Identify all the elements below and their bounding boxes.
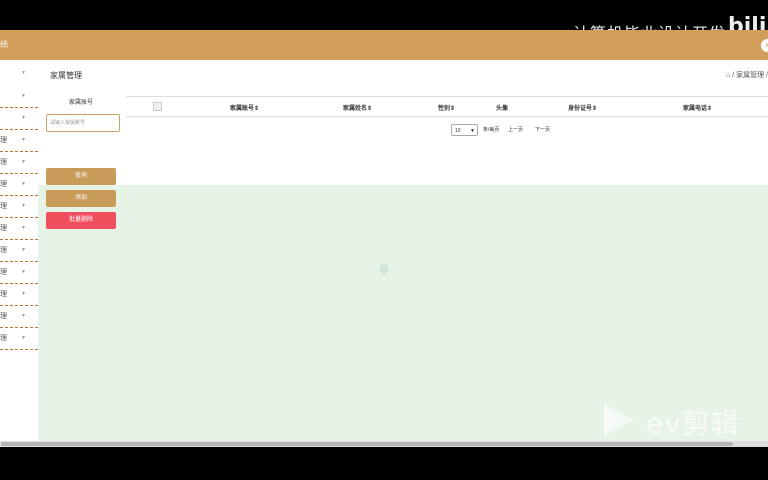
chevron-down-icon: ▼	[21, 70, 26, 76]
breadcrumb-bar: 家属管理 ⌂ / 家属管理 /	[38, 60, 768, 92]
column-family-account[interactable]: 家属账号⇕	[230, 103, 259, 112]
sidebar-item-label: 管理	[0, 313, 7, 320]
column-id-number[interactable]: 身份证号⇕	[568, 103, 597, 112]
sidebar-item[interactable]: 管理 ▼	[0, 306, 38, 328]
batch-delete-button[interactable]: 批量删除	[46, 212, 116, 229]
chevron-down-icon: ▼	[21, 115, 26, 121]
sidebar-item[interactable]: 管理 ▼	[0, 284, 38, 306]
chevron-down-icon: ▼	[21, 291, 26, 297]
sidebar-item-label: 管理	[0, 247, 7, 254]
chevron-down-icon: ▼	[21, 335, 26, 341]
chevron-down-icon: ▼	[21, 269, 26, 275]
per-page-label: 条/每页	[483, 127, 500, 133]
sidebar-item[interactable]: 管理 ▼	[0, 262, 38, 284]
chevron-down-icon: ▼	[21, 159, 26, 165]
chevron-down-icon: ▼	[21, 181, 26, 187]
loading-spinner	[379, 264, 389, 274]
chevron-down-icon: ▼	[21, 225, 26, 231]
chevron-down-icon: ▼	[21, 247, 26, 253]
family-account-label: 家属账号	[69, 100, 94, 106]
family-account-input[interactable]: 请输入家属账号	[46, 114, 120, 132]
header-bar: 统 ×	[0, 30, 768, 60]
main-content: 家属管理 ⌂ / 家属管理 / 家属账号 请输入家属账号 查询 添加 批量删除 …	[38, 60, 768, 447]
column-family-phone[interactable]: 家属电话⇕	[683, 103, 712, 112]
chevron-down-icon: ▼	[21, 93, 26, 99]
column-family-name[interactable]: 家属姓名⇕	[343, 103, 372, 112]
page-title: 家属管理	[50, 71, 82, 80]
sidebar-item-label: 管理	[0, 203, 7, 210]
system-title: 统	[0, 40, 8, 49]
column-gender[interactable]: 性别⇕	[438, 103, 455, 112]
prev-page-button[interactable]: 上一页	[508, 126, 523, 133]
close-icon[interactable]: ×	[761, 39, 768, 52]
sidebar-item[interactable]: 理▼	[0, 108, 38, 130]
table-header: 家属账号⇕ 家属姓名⇕ 性别⇕ 头像 身份证号⇕ 家属电话⇕	[126, 96, 768, 117]
sidebar-item[interactable]: 理▼	[0, 86, 38, 108]
sidebar-item-label: 管理	[0, 137, 7, 144]
sidebar-item[interactable]: 管理 ▼	[0, 218, 38, 240]
chevron-down-icon: ▼	[21, 137, 26, 143]
sidebar-item[interactable]: 管理 ▼	[0, 130, 38, 152]
play-icon	[604, 404, 634, 436]
select-all-checkbox[interactable]	[153, 102, 162, 111]
video-bottom-bar	[0, 447, 768, 480]
sidebar: 心▼ 理▼ 理▼ 管理 ▼ 管理 ▼ 管理 ▼ 管理 ▼ 管理 ▼ 管理 ▼ 管理 ▼ 管理 ▼…	[0, 60, 38, 447]
sidebar-item[interactable]: 管理 ▼	[0, 196, 38, 218]
data-table: 家属账号⇕ 家属姓名⇕ 性别⇕ 头像 身份证号⇕ 家属电话⇕ 10 ▼ 条/每页 …	[126, 91, 768, 185]
query-button[interactable]: 查询	[46, 168, 116, 185]
sidebar-item-label: 管理	[0, 181, 7, 188]
sidebar-item[interactable]: 管理 ▼	[0, 174, 38, 196]
chevron-down-icon: ▼	[470, 128, 475, 134]
sidebar-item-label: 管理	[0, 225, 7, 232]
search-panel: 家属账号 请输入家属账号 查询 添加 批量删除	[38, 91, 126, 229]
sidebar-item-label: 管理	[0, 291, 7, 298]
sidebar-item[interactable]: 管理 ▼	[0, 328, 38, 350]
ev-logo: ev剪辑	[600, 400, 765, 440]
page-size-value: 10	[455, 128, 461, 134]
sidebar-item-label: 管理	[0, 269, 7, 276]
sidebar-item[interactable]: 管理 ▼	[0, 240, 38, 262]
sidebar-item-label: 管理	[0, 159, 7, 166]
add-button[interactable]: 添加	[46, 190, 116, 207]
sidebar-item[interactable]: 管理 ▼	[0, 152, 38, 174]
chevron-down-icon: ▼	[21, 203, 26, 209]
breadcrumb[interactable]: ⌂ / 家属管理 /	[726, 70, 768, 80]
next-page-button[interactable]: 下一页	[535, 126, 550, 133]
scrollbar-thumb[interactable]	[1, 442, 733, 446]
ev-logo-text: ev剪辑	[646, 407, 740, 440]
page-size-select[interactable]: 10 ▼	[451, 124, 478, 136]
app-window: 统 × 心▼ 理▼ 理▼ 管理 ▼ 管理 ▼ 管理 ▼ 管理 ▼ 管理 ▼ 管理 ▼ 管理 ▼…	[0, 30, 768, 447]
sidebar-item-center[interactable]: 心▼	[0, 63, 38, 84]
chevron-down-icon: ▼	[21, 313, 26, 319]
sidebar-item-label: 管理	[0, 335, 7, 342]
column-avatar: 头像	[496, 106, 509, 112]
